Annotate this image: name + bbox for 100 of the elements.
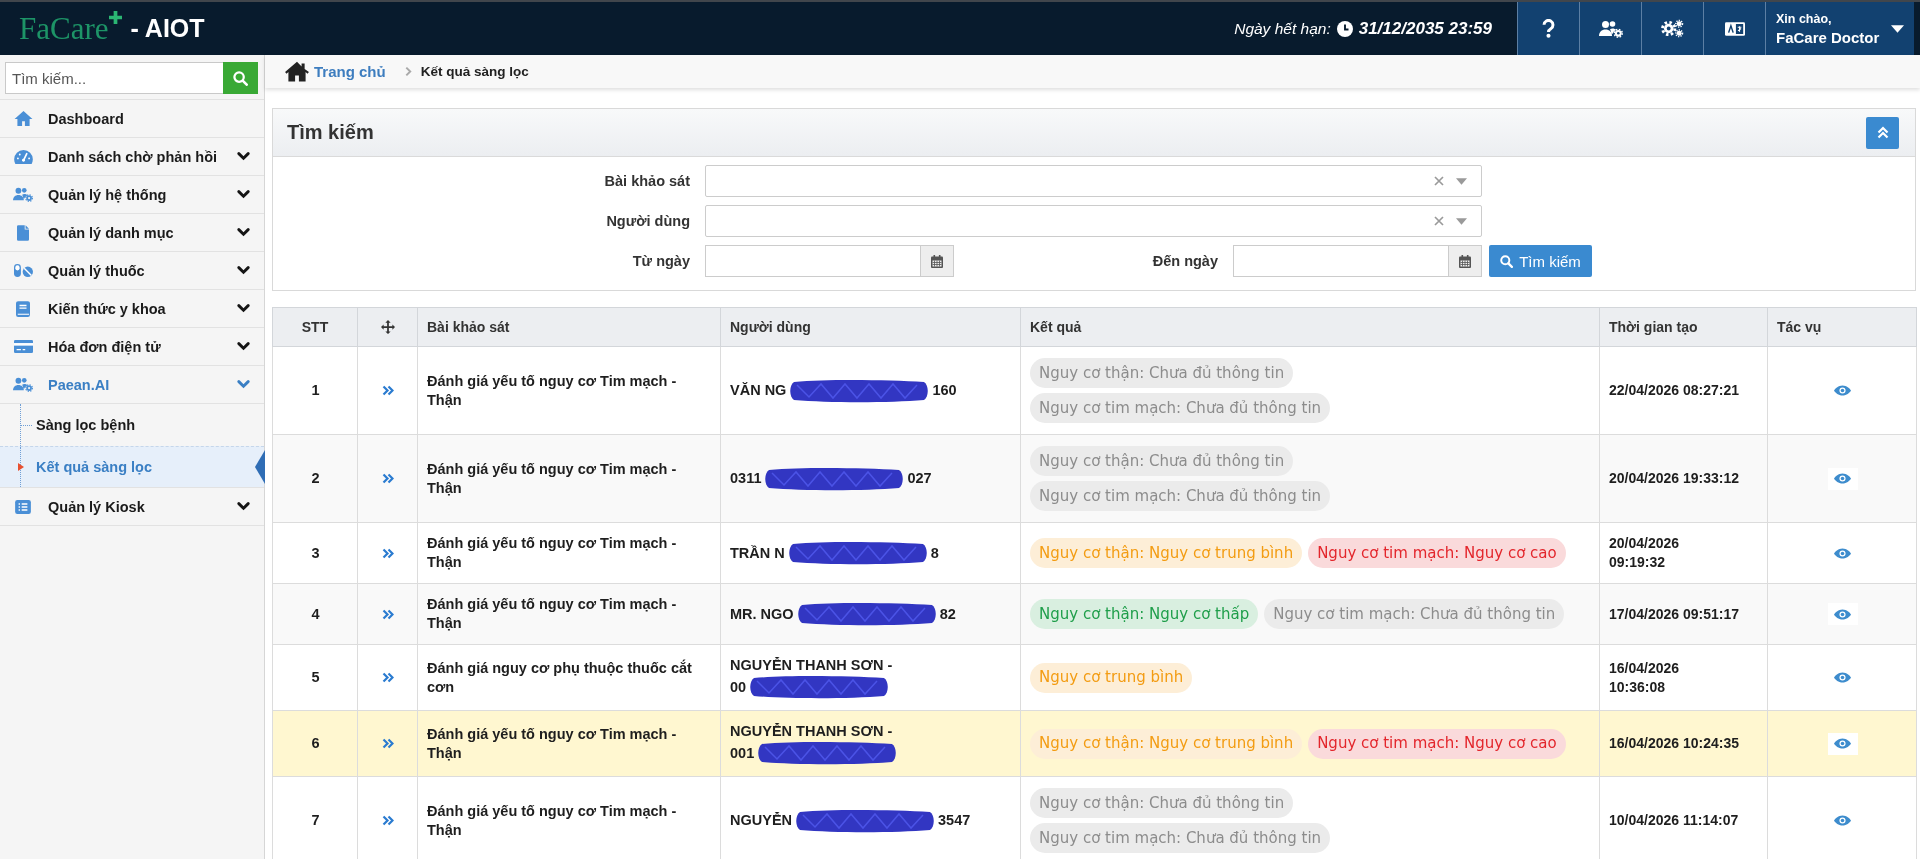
user-name-text: VĂN NG: [730, 381, 787, 400]
sidebar-search-field[interactable]: Tìm kiếm...: [5, 62, 223, 94]
caret-icon: [1891, 24, 1904, 33]
user-name-text: 00: [730, 677, 747, 697]
eye-icon: [1834, 672, 1851, 683]
chevron-down-icon: [237, 228, 250, 237]
menu-item[interactable]: Dashboard: [0, 100, 264, 138]
result-badge: Nguy cơ thận: Nguy cơ trung bình: [1030, 538, 1303, 568]
file-icon: [17, 224, 29, 241]
result-badge: Nguy cơ tim mạch: Nguy cơ cao: [1308, 728, 1566, 759]
result-badge: Nguy cơ tim mạch: Chưa đủ thông tin: [1030, 481, 1331, 511]
double-chevron-right-icon[interactable]: [382, 385, 394, 396]
chevron-down-icon: [237, 190, 250, 199]
view-button[interactable]: [1827, 732, 1858, 755]
calendar-icon: [931, 254, 943, 268]
clear-icon: [1434, 176, 1444, 186]
table-cell: 1: [272, 346, 358, 435]
breadcrumb-link[interactable]: Trang chủ: [314, 63, 386, 80]
chevron-down-icon: [237, 266, 250, 275]
move-icon: [380, 320, 395, 334]
search-button[interactable]: [223, 62, 258, 94]
menu-item[interactable]: Kiến thức y khoa: [0, 290, 264, 328]
result-badge: Nguy cơ tim mạch: Chưa đủ thông tin: [1030, 393, 1331, 423]
menu-item[interactable]: Hóa đơn điện tử: [0, 328, 264, 366]
user-name-text: 0311: [730, 469, 762, 488]
user-suffix-text: 82: [939, 604, 956, 624]
eye-icon: [1834, 547, 1851, 559]
double-chevron-right-icon[interactable]: [382, 608, 394, 620]
search-icon: [1500, 254, 1514, 268]
date-field[interactable]: [1233, 245, 1448, 277]
pills-icon: [13, 264, 33, 277]
translate-icon: [1724, 21, 1745, 36]
menu-item[interactable]: Danh sách chờ phản hồi: [0, 138, 264, 176]
user-name-text: TRẦN N: [730, 543, 785, 563]
double-chevron-right-icon[interactable]: [382, 738, 394, 749]
field-label: Người dùng: [606, 213, 690, 229]
users-gear-icon: [13, 377, 33, 392]
user-name-text: MR. NGO: [730, 604, 794, 624]
panel-title: Tìm kiếm: [287, 121, 374, 144]
calendar-button[interactable]: [1448, 245, 1482, 277]
menu-item[interactable]: Paean.AI: [0, 366, 264, 404]
users-gear-icon: [13, 187, 33, 202]
table-cell: Đánh giá yếu tố nguy cơ Tim mạch - Thận: [417, 434, 721, 523]
user-name-text: NGUYỄN: [730, 811, 793, 830]
table-cell: 22/04/2026 08:27:21: [1599, 346, 1768, 435]
menu-item[interactable]: Quản lý hệ thống: [0, 176, 264, 214]
date-field[interactable]: [705, 245, 920, 277]
active-notch-icon: [255, 449, 265, 484]
table-cell: Đánh giá nguy cơ phụ thuộc thuốc cắt cơn: [417, 644, 721, 711]
user-name-text: 001: [730, 743, 755, 763]
double-chevron-right-icon[interactable]: [382, 815, 394, 826]
view-button[interactable]: [1827, 467, 1858, 490]
result-badge: Nguy cơ thận: Chưa đủ thông tin: [1030, 446, 1294, 476]
settings-button[interactable]: [1641, 2, 1703, 55]
view-button[interactable]: [1827, 603, 1858, 625]
calendar-button[interactable]: [920, 245, 954, 277]
eye-icon: [1834, 473, 1851, 484]
result-badge: Nguy cơ trung bình: [1030, 662, 1193, 693]
collapse-button[interactable]: [1866, 116, 1899, 149]
submenu-item[interactable]: Sàng lọc bệnh: [0, 404, 264, 446]
user-name-text: NGUYỄN THANH SƠN -: [730, 657, 893, 673]
double-chevron-right-icon[interactable]: [382, 473, 394, 484]
chevron-down-icon: [237, 152, 250, 161]
users-button[interactable]: [1579, 2, 1641, 55]
home-icon: [13, 111, 33, 126]
table-cell: 3: [272, 522, 358, 584]
table-cell: 4: [272, 583, 358, 645]
menu-item[interactable]: Quản lý danh mục: [0, 214, 264, 252]
select-field[interactable]: [705, 165, 1482, 197]
field-label: Bài khảo sát: [604, 173, 690, 189]
home-icon: [284, 61, 310, 82]
result-badge: Nguy cơ thận: Chưa đủ thông tin: [1030, 358, 1294, 388]
search-submit-button[interactable]: Tìm kiếm: [1489, 245, 1592, 277]
logo-suffix: - AIOT: [130, 16, 205, 41]
language-button[interactable]: [1703, 2, 1765, 55]
help-button[interactable]: [1517, 2, 1579, 55]
user-suffix-text: 027: [907, 469, 932, 488]
user-name-text: NGUYỄN THANH SƠN -: [730, 723, 893, 739]
book-icon: [16, 300, 30, 317]
caret-icon: [1456, 217, 1467, 225]
table-cell: 7: [272, 776, 358, 859]
table-cell: 20/04/2026 09:19:32: [1599, 522, 1768, 584]
chevron-down-icon: [237, 502, 250, 511]
double-chevron-right-icon[interactable]: [382, 547, 394, 559]
logo-wordmark: FaCare: [19, 13, 109, 44]
user-menu[interactable]: Xin chào, FaCare Doctor: [1765, 2, 1914, 55]
submenu-item[interactable]: Kết quả sàng lọc: [0, 445, 264, 487]
menu-item[interactable]: Quản lý Kiosk: [0, 488, 264, 526]
menu-item[interactable]: Quản lý thuốc: [0, 252, 264, 290]
gauge-icon: [13, 149, 33, 164]
table-cell: 17/04/2026 09:51:17: [1599, 583, 1768, 645]
column-header: Bài khảo sát: [417, 307, 721, 347]
marker-icon: [18, 462, 24, 471]
select-field[interactable]: [705, 205, 1482, 237]
chevron-down-icon: [237, 342, 250, 351]
clock-icon: [1336, 20, 1353, 37]
result-badge: Nguy cơ thận: Nguy cơ thấp: [1030, 599, 1259, 629]
result-badge: Nguy cơ thận: Chưa đủ thông tin: [1030, 788, 1294, 818]
double-chevron-right-icon[interactable]: [382, 672, 394, 683]
table-cell: 16/04/2026 10:36:08: [1599, 644, 1768, 711]
